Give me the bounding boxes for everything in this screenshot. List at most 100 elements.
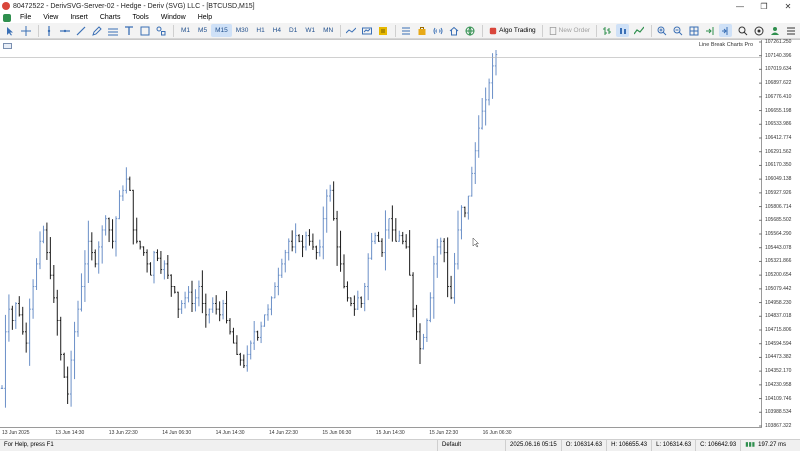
toolbar-separator <box>395 24 397 37</box>
minimize-button[interactable]: — <box>728 0 752 12</box>
channel-icon <box>107 28 118 35</box>
price-bar <box>259 321 263 344</box>
menu-insert[interactable]: Insert <box>64 14 94 21</box>
price-tick-label: 104109.746 <box>765 395 792 402</box>
chart-shift-button[interactable] <box>719 24 733 37</box>
status-profile[interactable]: Default <box>438 439 506 451</box>
shapes-tool-button[interactable] <box>138 24 151 37</box>
price-bar <box>394 218 398 242</box>
status-low: L: 106314.63 <box>652 439 697 451</box>
price-bar <box>491 53 494 99</box>
price-tick-label: 106533.986 <box>765 121 792 128</box>
algo-trading-button[interactable]: Algo Trading <box>486 24 539 37</box>
pen-icon <box>91 25 102 36</box>
timeframe-h1[interactable]: H1 <box>252 24 268 37</box>
chart-indicator-label: Line Break Charts Pro <box>698 42 753 48</box>
maximize-button[interactable]: ❐ <box>752 0 776 12</box>
horizontal-line-button[interactable] <box>58 24 71 37</box>
price-bar <box>377 231 380 242</box>
price-bar <box>246 345 249 372</box>
vps-button[interactable] <box>447 24 460 37</box>
zoom-in-button[interactable] <box>655 24 668 37</box>
price-bar <box>463 206 467 218</box>
timeframe-mn[interactable]: MN <box>319 24 337 37</box>
timeframe-m5[interactable]: M5 <box>194 24 211 37</box>
price-bar <box>304 231 308 251</box>
price-bar <box>373 232 377 245</box>
metaeditor-button[interactable] <box>399 24 412 37</box>
chart-window-icon <box>3 13 11 22</box>
account-button[interactable] <box>768 24 781 37</box>
price-chart[interactable] <box>0 40 762 428</box>
channel-tool-button[interactable] <box>106 24 119 37</box>
economic-calendar-button[interactable] <box>463 24 476 37</box>
cursor-tool-button[interactable] <box>3 24 16 37</box>
candlestick-chart-button[interactable] <box>616 24 630 37</box>
price-bar <box>277 267 280 296</box>
timeframe-m1[interactable]: M1 <box>177 24 194 37</box>
tools-menu-button[interactable] <box>784 24 797 37</box>
price-tick-label: 106412.774 <box>765 134 792 141</box>
line-chart-button[interactable] <box>632 24 645 37</box>
timeframe-m30[interactable]: M30 <box>232 24 253 37</box>
price-bar <box>266 304 270 321</box>
price-bar <box>404 234 408 249</box>
menu-tools[interactable]: Tools <box>126 14 154 21</box>
shopping-bag-icon <box>418 26 426 35</box>
price-tick-label: 104594.594 <box>765 340 792 347</box>
status-open: O: 106314.63 <box>562 439 608 451</box>
timeframe-m15[interactable]: M15 <box>211 24 232 37</box>
price-bar <box>453 252 456 304</box>
chart-area[interactable]: Line Break Charts Pro <box>0 40 762 428</box>
menu-charts[interactable]: Charts <box>94 14 127 21</box>
time-tick-label: 14 Jun 14:30 <box>215 430 245 436</box>
price-bar <box>125 167 128 194</box>
menu-help[interactable]: Help <box>192 14 218 21</box>
market-button[interactable] <box>415 24 428 37</box>
search-button[interactable] <box>736 24 749 37</box>
price-bar <box>366 253 370 301</box>
price-bar <box>429 292 432 323</box>
vertical-line-button[interactable] <box>42 24 55 37</box>
crosshair-tool-button[interactable] <box>19 24 32 37</box>
bar-chart-button[interactable] <box>600 24 613 37</box>
price-bar <box>90 232 94 261</box>
timeframe-h4[interactable]: H4 <box>269 24 285 37</box>
price-bar <box>263 314 266 327</box>
menu-window[interactable]: Window <box>155 14 192 21</box>
price-bar <box>121 185 125 201</box>
menu-icon <box>786 27 795 34</box>
text-tool-button[interactable] <box>122 24 135 37</box>
pen-tool-button[interactable] <box>90 24 103 37</box>
price-bar <box>249 340 252 360</box>
timeframe-d1[interactable]: D1 <box>285 24 301 37</box>
price-tick-label: 104230.958 <box>765 381 792 388</box>
price-bar <box>152 250 156 284</box>
community-icon <box>754 26 763 35</box>
zoom-out-button[interactable] <box>671 24 684 37</box>
tile-windows-button[interactable] <box>687 24 700 37</box>
script-button[interactable] <box>376 24 389 37</box>
timeframe-w1[interactable]: W1 <box>301 24 319 37</box>
price-bar <box>187 286 190 303</box>
templates-button[interactable] <box>360 24 373 37</box>
auto-scroll-button[interactable] <box>703 24 716 37</box>
close-button[interactable]: ✕ <box>776 0 800 12</box>
price-bar <box>467 195 470 220</box>
price-bar <box>384 210 387 271</box>
price-axis[interactable]: 107261.250 107140.396 107019.634 106897.622… <box>763 39 800 429</box>
new-order-button[interactable]: New Order <box>546 24 593 37</box>
algo-trading-label: Algo Trading <box>499 27 536 34</box>
objects-menu-button[interactable] <box>154 24 167 37</box>
price-bar <box>142 246 145 256</box>
trendline-button[interactable] <box>74 24 87 37</box>
price-bar <box>242 354 246 369</box>
status-bar: For Help, press F1 Default 2025.06.16 05… <box>0 439 800 451</box>
signals-button[interactable] <box>431 24 444 37</box>
time-axis[interactable]: 13 Jun 2025 13 Jun 14:30 13 Jun 22:30 14 Ju… <box>0 429 762 439</box>
menu-view[interactable]: View <box>37 14 64 21</box>
indicators-button[interactable] <box>344 24 357 37</box>
zoom-out-icon <box>673 26 682 35</box>
menu-file[interactable]: File <box>14 14 37 21</box>
community-button[interactable] <box>752 24 765 37</box>
